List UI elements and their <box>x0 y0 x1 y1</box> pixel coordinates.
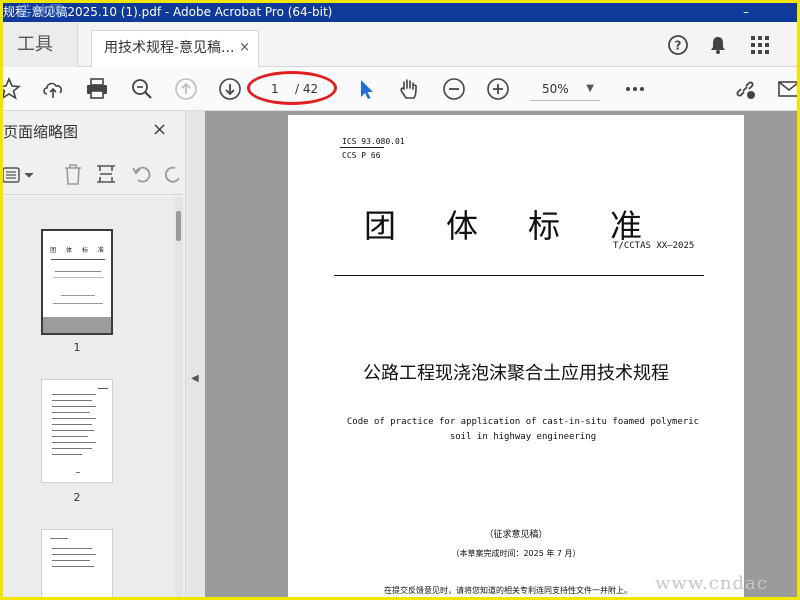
thumbnails-scrollbar[interactable] <box>175 197 183 597</box>
bell-icon[interactable] <box>707 34 729 56</box>
zoom-search-icon[interactable] <box>130 77 154 101</box>
print-icon[interactable] <box>85 77 109 101</box>
thumbnail-title-text: 团 体 标 准 <box>50 247 108 254</box>
minimize-button[interactable]: – <box>729 3 763 22</box>
ics-code: ICS 93.080.01 <box>342 137 405 146</box>
zoom-value: 50% <box>542 82 569 96</box>
zoom-in-icon[interactable] <box>486 77 510 101</box>
options-menu-icon[interactable] <box>3 165 39 185</box>
document-tab-close-button[interactable]: × <box>239 31 250 65</box>
more-options-icon[interactable] <box>623 77 647 101</box>
main-toolbar: 1 / 42 50% ▼ <box>3 67 797 111</box>
draft-date: （本草案完成时间：2025 年 7 月） <box>451 549 581 558</box>
thumbnail-page-number: 1 <box>73 341 81 354</box>
pane-collapse-handle[interactable]: ◀ <box>186 111 205 597</box>
acrobat-window: 规程-意见稿2025.10 (1).pdf - Adobe Acrobat Pr… <box>3 3 797 597</box>
draft-label: （征求意见稿） <box>484 530 548 540</box>
select-cursor-icon[interactable] <box>355 77 379 101</box>
hand-tool-icon[interactable] <box>397 77 421 101</box>
thumbnails-close-button[interactable]: × <box>152 119 167 140</box>
star-icon[interactable] <box>3 77 21 101</box>
cloud-upload-icon[interactable] <box>41 77 65 101</box>
tab-document[interactable]: 用技术规程-意见稿... × <box>91 30 259 67</box>
site-watermark: www.cndac <box>655 573 768 594</box>
thumbnail-page-number: 2 <box>73 491 81 504</box>
thumbnail-page-1[interactable]: 团 体 标 准 <box>41 229 113 335</box>
chinese-title: 公路工程现浇泡沫聚合土应用技术规程 <box>363 363 669 384</box>
extract-pages-icon[interactable] <box>95 163 117 185</box>
share-link-icon[interactable] <box>733 77 757 101</box>
pdf-page: ICS 93.080.01 CCS P 66 团体标准 T/CCTAS XX—2… <box>288 115 744 597</box>
document-view[interactable]: ICS 93.080.01 CCS P 66 团体标准 T/CCTAS XX—2… <box>205 111 797 597</box>
watermark-logo: 诺林网 <box>17 4 65 20</box>
chevron-left-icon: ◀ <box>191 373 199 384</box>
rotate-counterclockwise-icon[interactable] <box>131 163 153 185</box>
help-icon[interactable]: ? <box>667 34 689 56</box>
ics-divider <box>340 147 384 148</box>
delete-icon[interactable] <box>63 163 83 185</box>
thumbnails-toolbar <box>3 155 183 195</box>
zoom-out-icon[interactable] <box>442 77 466 101</box>
thumbnails-title: 页面缩略图 <box>3 123 79 141</box>
annotation-circle <box>247 71 337 105</box>
page-thumbnails-pane: 页面缩略图 × 团 体 标 准 1 2 <box>3 111 186 597</box>
thumbnail-footer-band <box>43 317 111 333</box>
tab-tools[interactable]: 工具 <box>3 22 78 67</box>
title-bar: 规程-意见稿2025.10 (1).pdf - Adobe Acrobat Pr… <box>3 3 797 22</box>
standard-number: T/CCTAS XX—2025 <box>613 241 695 251</box>
scrollbar-thumb[interactable] <box>176 211 181 241</box>
patent-footnote: 在提交反馈意见时，请将您知道的相关专利连同支持性文件一并附上。 <box>384 586 632 595</box>
next-page-icon[interactable] <box>218 77 242 101</box>
svg-text:?: ? <box>675 39 682 53</box>
zoom-dropdown[interactable]: 50% ▼ <box>530 79 600 101</box>
tab-row: 工具 用技术规程-意见稿... × ? <box>3 22 797 67</box>
apps-grid-icon[interactable] <box>749 34 771 56</box>
title-divider <box>334 275 704 276</box>
rotate-clockwise-icon[interactable] <box>163 163 183 185</box>
thumbnail-page-3[interactable] <box>41 529 113 597</box>
thumbnail-page-2[interactable] <box>41 379 113 483</box>
mail-icon[interactable] <box>777 77 797 101</box>
ccs-code: CCS P 66 <box>342 151 381 160</box>
thumbnails-list: 团 体 标 准 1 2 <box>3 197 175 597</box>
english-title: Code of practice for application of cast… <box>346 417 700 442</box>
previous-page-icon[interactable] <box>174 77 198 101</box>
document-tab-label: 用技术规程-意见稿... <box>104 40 235 56</box>
chevron-down-icon: ▼ <box>586 83 594 94</box>
